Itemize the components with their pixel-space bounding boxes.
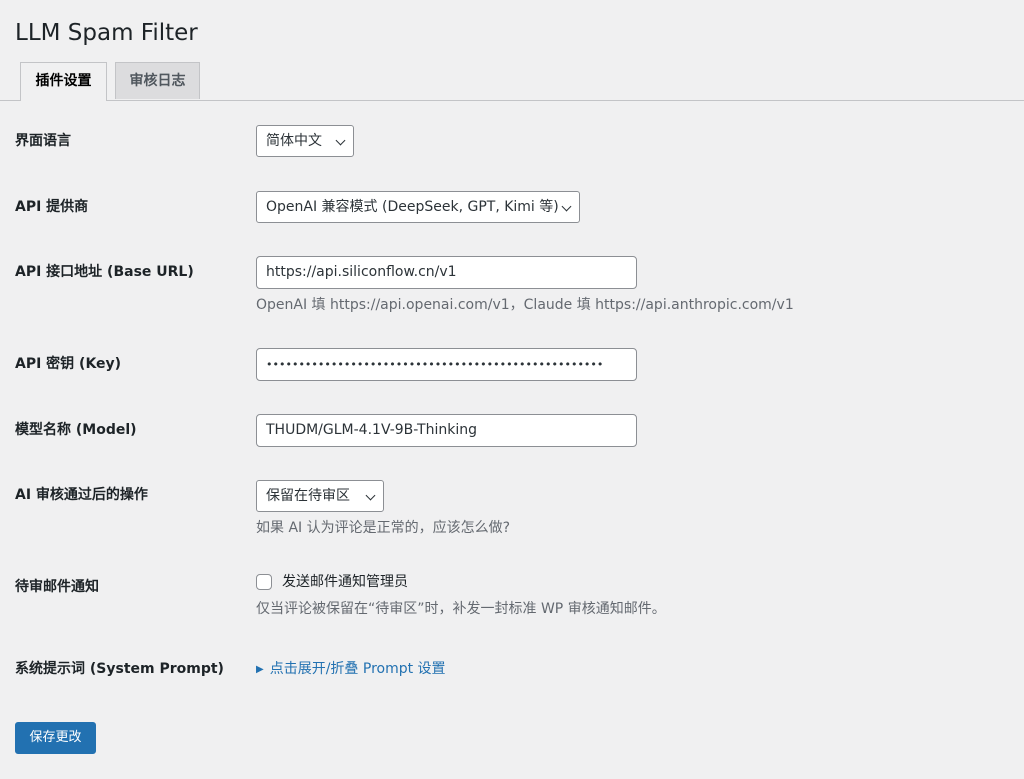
pass-action-description: 如果 AI 认为评论是正常的，应该怎么做? xyxy=(256,520,511,536)
tab-plugin-settings[interactable]: 插件设置 xyxy=(20,62,107,101)
language-label: 界面语言 xyxy=(15,133,71,149)
api-key-input[interactable]: ••••••••••••••••••••••••••••••••••••••••… xyxy=(256,348,637,381)
save-button[interactable]: 保存更改 xyxy=(15,722,96,754)
page-title: LLM Spam Filter xyxy=(15,20,198,46)
provider-select[interactable]: OpenAI 兼容模式 (DeepSeek, GPT, Kimi 等) xyxy=(256,191,580,223)
provider-select-value: OpenAI 兼容模式 (DeepSeek, GPT, Kimi 等) xyxy=(266,199,559,215)
chevron-down-icon xyxy=(365,490,376,501)
triangle-right-icon: ▶ xyxy=(256,664,264,675)
notify-checkbox[interactable] xyxy=(256,574,272,590)
model-label: 模型名称 (Model) xyxy=(15,422,137,438)
tab-review-log[interactable]: 审核日志 xyxy=(115,62,200,99)
pass-action-select-value: 保留在待审区 xyxy=(266,488,350,504)
base-url-description: OpenAI 填 https://api.openai.com/v1，Claud… xyxy=(256,297,794,313)
notify-description: 仅当评论被保留在“待审区”时，补发一封标准 WP 审核通知邮件。 xyxy=(256,601,666,617)
notify-label: 待审邮件通知 xyxy=(15,579,99,595)
base-url-input[interactable]: https://api.siliconflow.cn/v1 xyxy=(256,256,637,289)
language-select-value: 简体中文 xyxy=(266,133,322,149)
notify-checkbox-label[interactable]: 发送邮件通知管理员 xyxy=(282,572,408,592)
system-prompt-label: 系统提示词 (System Prompt) xyxy=(15,661,224,677)
system-prompt-toggle[interactable]: ▶ 点击展开/折叠 Prompt 设置 xyxy=(256,659,446,680)
chevron-down-icon xyxy=(561,201,572,212)
settings-tabs: 插件设置 审核日志 xyxy=(0,62,1024,101)
provider-label: API 提供商 xyxy=(15,199,89,215)
base-url-label: API 接口地址 (Base URL) xyxy=(15,264,194,280)
pass-action-select[interactable]: 保留在待审区 xyxy=(256,480,384,512)
language-select[interactable]: 简体中文 xyxy=(256,125,354,157)
api-key-label: API 密钥 (Key) xyxy=(15,356,122,372)
model-input[interactable]: THUDM/GLM-4.1V-9B-Thinking xyxy=(256,414,637,447)
pass-action-label: AI 审核通过后的操作 xyxy=(15,487,148,503)
chevron-down-icon xyxy=(335,135,346,146)
system-prompt-toggle-text: 点击展开/折叠 Prompt 设置 xyxy=(269,661,446,677)
